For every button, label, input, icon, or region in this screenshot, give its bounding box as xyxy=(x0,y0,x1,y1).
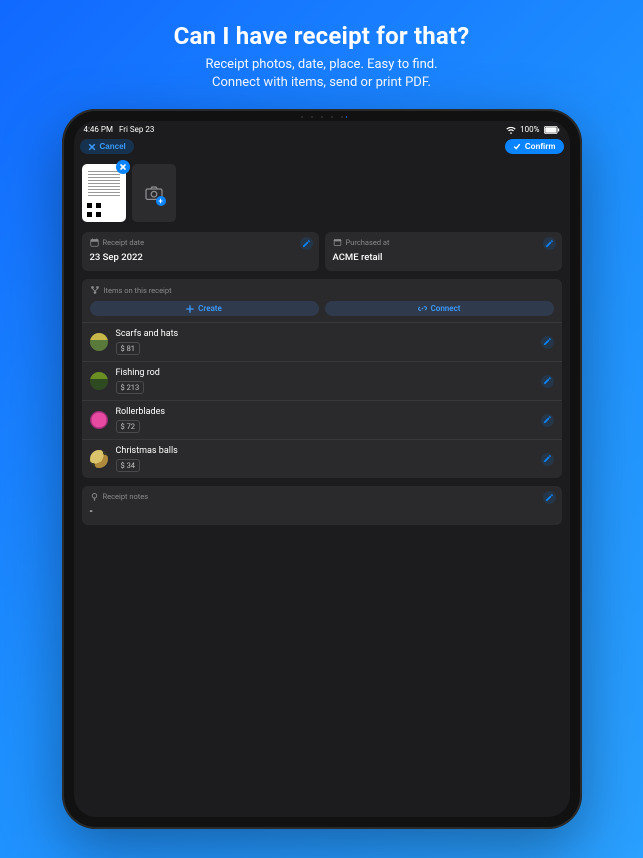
status-bar: 4:46 PM Fri Sep 23 100% xyxy=(74,121,570,136)
item-name: Rollerblades xyxy=(116,407,533,417)
plus-icon: + xyxy=(156,196,166,206)
place-value: ACME retail xyxy=(333,252,554,263)
edit-date-button[interactable] xyxy=(300,237,313,250)
edit-notes-button[interactable] xyxy=(543,491,556,504)
receipt-date-card: Receipt date 23 Sep 2022 xyxy=(82,232,319,271)
edit-item-button[interactable] xyxy=(541,375,554,388)
promo-header: Can I have receipt for that? Receipt pho… xyxy=(0,0,643,105)
edit-item-button[interactable] xyxy=(541,336,554,349)
item-name: Fishing rod xyxy=(116,368,533,378)
item-price: $ 213 xyxy=(116,381,145,394)
battery-percent: 100% xyxy=(520,125,539,134)
item-thumbnail xyxy=(90,333,108,351)
confirm-label: Confirm xyxy=(525,142,556,151)
battery-icon xyxy=(544,126,560,134)
status-date: Fri Sep 23 xyxy=(119,125,154,134)
item-price: $ 81 xyxy=(116,342,141,355)
create-item-button[interactable]: Create xyxy=(90,301,319,316)
place-label: Purchased at xyxy=(346,238,390,247)
notes-label: Receipt notes xyxy=(103,492,149,501)
remove-photo-button[interactable] xyxy=(116,160,130,174)
confirm-button[interactable]: Confirm xyxy=(505,139,564,154)
wifi-icon xyxy=(506,126,516,134)
item-row[interactable]: Fishing rod $ 213 xyxy=(82,361,562,400)
item-row[interactable]: Christmas balls $ 34 xyxy=(82,439,562,478)
item-thumbnail xyxy=(90,450,108,468)
tablet-frame: 4:46 PM Fri Sep 23 100% Cancel xyxy=(62,109,582,829)
item-price: $ 34 xyxy=(116,459,141,472)
check-icon xyxy=(513,143,521,151)
item-row[interactable]: Scarfs and hats $ 81 xyxy=(82,322,562,361)
items-icon xyxy=(90,285,100,295)
item-name: Scarfs and hats xyxy=(116,329,533,339)
date-value: 23 Sep 2022 xyxy=(90,252,311,263)
content-scroll[interactable]: + Receipt date 23 Sep 2022 xyxy=(74,160,570,817)
calendar-icon xyxy=(90,238,99,247)
notes-value: - xyxy=(90,506,554,517)
add-photo-button[interactable]: + xyxy=(132,164,176,222)
item-price: $ 72 xyxy=(116,420,141,433)
date-label: Receipt date xyxy=(103,238,145,247)
notes-card: Receipt notes - xyxy=(82,486,562,525)
connect-item-button[interactable]: Connect xyxy=(325,301,554,316)
edit-place-button[interactable] xyxy=(543,237,556,250)
receipt-thumbnail[interactable] xyxy=(82,164,126,222)
bulb-icon xyxy=(90,492,99,501)
cancel-button[interactable]: Cancel xyxy=(80,139,134,154)
cancel-label: Cancel xyxy=(100,142,126,151)
store-icon xyxy=(333,238,342,247)
item-name: Christmas balls xyxy=(116,446,533,456)
link-icon xyxy=(418,304,427,313)
photo-row: + xyxy=(82,164,562,222)
promo-title: Can I have receipt for that? xyxy=(40,22,603,50)
promo-subtitle: Receipt photos, date, place. Easy to fin… xyxy=(40,56,603,91)
item-thumbnail xyxy=(90,372,108,390)
nav-bar: Cancel Confirm xyxy=(74,136,570,160)
app-screen: 4:46 PM Fri Sep 23 100% Cancel xyxy=(74,121,570,817)
items-section: Items on this receipt Create Connect xyxy=(82,279,562,478)
close-icon xyxy=(88,143,96,151)
edit-item-button[interactable] xyxy=(541,414,554,427)
item-row[interactable]: Rollerblades $ 72 xyxy=(82,400,562,439)
items-label: Items on this receipt xyxy=(104,286,172,295)
purchased-at-card: Purchased at ACME retail xyxy=(325,232,562,271)
status-time: 4:46 PM xyxy=(84,125,113,134)
edit-item-button[interactable] xyxy=(541,453,554,466)
qr-icon xyxy=(87,203,101,217)
item-thumbnail xyxy=(90,411,108,429)
plus-icon xyxy=(186,305,194,313)
